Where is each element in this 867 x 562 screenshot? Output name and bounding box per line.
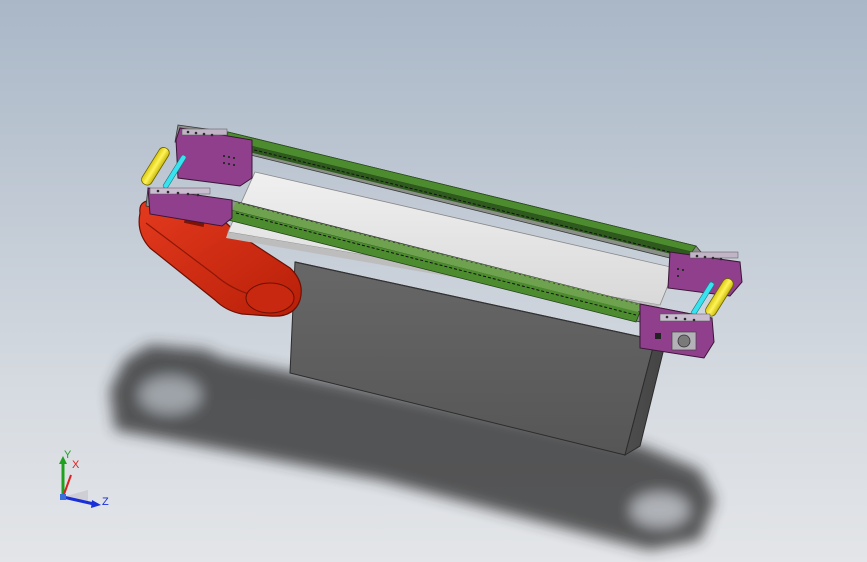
graphics-viewport[interactable]: Y X Z <box>0 0 867 562</box>
axis-y-label: Y <box>64 449 72 461</box>
triad-graphic <box>59 456 101 508</box>
axis-z-label: Z <box>102 496 109 508</box>
end-plate[interactable] <box>639 303 715 359</box>
coordinate-triad: Y X Z <box>50 448 120 518</box>
axis-x-label: X <box>72 459 80 471</box>
model-scene[interactable] <box>0 0 867 562</box>
